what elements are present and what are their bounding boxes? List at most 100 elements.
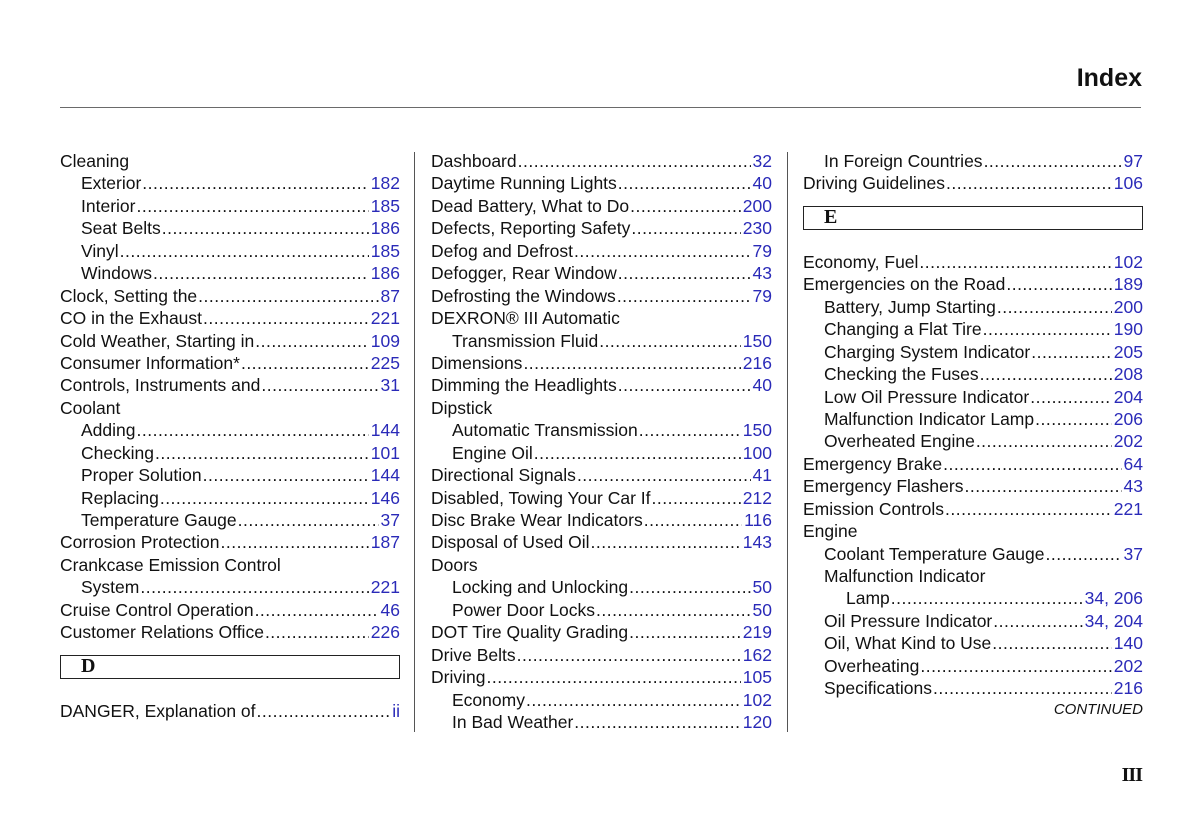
- index-entry[interactable]: Dimensions 216: [431, 352, 772, 374]
- page-reference-link[interactable]: 185: [371, 195, 400, 217]
- index-entry[interactable]: Disabled, Towing Your Car If 212: [431, 487, 772, 509]
- index-entry[interactable]: Specifications 216: [803, 677, 1143, 699]
- page-reference-link[interactable]: 150: [743, 419, 772, 441]
- index-entry[interactable]: Defog and Defrost 79: [431, 240, 772, 262]
- page-reference-link[interactable]: 46: [381, 599, 400, 621]
- page-reference-link[interactable]: 221: [371, 307, 400, 329]
- page-reference-link[interactable]: 106: [1114, 172, 1143, 194]
- index-entry[interactable]: Corrosion Protection 187: [60, 531, 400, 553]
- index-entry[interactable]: Automatic Transmission 150: [431, 419, 772, 441]
- index-entry[interactable]: Cruise Control Operation 46: [60, 599, 400, 621]
- page-reference-link[interactable]: 109: [371, 330, 400, 352]
- index-entry[interactable]: Temperature Gauge 37: [60, 509, 400, 531]
- page-reference-link[interactable]: 140: [1114, 632, 1143, 654]
- index-entry[interactable]: Checking the Fuses 208: [803, 363, 1143, 385]
- index-entry[interactable]: Clock, Setting the 87: [60, 285, 400, 307]
- index-entry[interactable]: Defects, Reporting Safety 230: [431, 217, 772, 239]
- page-reference-link[interactable]: 202: [1114, 430, 1143, 452]
- page-reference-link[interactable]: 41: [753, 464, 772, 486]
- index-entry[interactable]: Transmission Fluid 150: [431, 330, 772, 352]
- index-entry[interactable]: Drive Belts 162: [431, 644, 772, 666]
- page-reference-link[interactable]: 50: [753, 576, 772, 598]
- page-reference-link[interactable]: 144: [371, 419, 400, 441]
- page-reference-link[interactable]: 221: [371, 576, 400, 598]
- index-entry[interactable]: Changing a Flat Tire 190: [803, 318, 1143, 340]
- index-entry[interactable]: Customer Relations Office 226: [60, 621, 400, 643]
- page-reference-link[interactable]: 43: [753, 262, 772, 284]
- page-reference-link[interactable]: 37: [381, 509, 400, 531]
- index-entry[interactable]: Consumer Information* 225: [60, 352, 400, 374]
- page-reference-link[interactable]: 146: [371, 487, 400, 509]
- index-entry[interactable]: DOT Tire Quality Grading 219: [431, 621, 772, 643]
- page-reference-link[interactable]: 64: [1124, 453, 1143, 475]
- page-reference-link[interactable]: 40: [753, 374, 772, 396]
- page-reference-link[interactable]: 102: [743, 689, 772, 711]
- page-reference-link[interactable]: 105: [743, 666, 772, 688]
- page-reference-link[interactable]: 34, 204: [1085, 610, 1143, 632]
- page-reference-link[interactable]: 185: [371, 240, 400, 262]
- index-entry[interactable]: Charging System Indicator 205: [803, 341, 1143, 363]
- page-reference-link[interactable]: 187: [371, 531, 400, 553]
- page-reference-link[interactable]: 50: [753, 599, 772, 621]
- index-entry[interactable]: Driving Guidelines 106: [803, 172, 1143, 194]
- index-entry[interactable]: Overheating 202: [803, 655, 1143, 677]
- page-reference-link[interactable]: 216: [1114, 677, 1143, 699]
- index-entry[interactable]: Dimming the Headlights 40: [431, 374, 772, 396]
- page-reference-link[interactable]: 101: [371, 442, 400, 464]
- index-entry[interactable]: In Foreign Countries 97: [803, 150, 1143, 172]
- index-entry[interactable]: Exterior 182: [60, 172, 400, 194]
- index-entry[interactable]: Replacing 146: [60, 487, 400, 509]
- page-reference-link[interactable]: 225: [371, 352, 400, 374]
- page-reference-link[interactable]: 219: [743, 621, 772, 643]
- index-entry[interactable]: Daytime Running Lights 40: [431, 172, 772, 194]
- index-entry[interactable]: Cold Weather, Starting in 109: [60, 330, 400, 352]
- page-reference-link[interactable]: 102: [1114, 251, 1143, 273]
- page-reference-link[interactable]: 43: [1124, 475, 1143, 497]
- page-reference-link[interactable]: 212: [743, 487, 772, 509]
- page-reference-link[interactable]: 87: [381, 285, 400, 307]
- index-entry[interactable]: CO in the Exhaust 221: [60, 307, 400, 329]
- page-reference-link[interactable]: 186: [371, 262, 400, 284]
- page-reference-link[interactable]: 230: [743, 217, 772, 239]
- page-reference-link[interactable]: 186: [371, 217, 400, 239]
- index-entry[interactable]: Oil Pressure Indicator 34, 204: [803, 610, 1143, 632]
- index-entry[interactable]: Malfunction Indicator Lamp 206: [803, 408, 1143, 430]
- index-entry[interactable]: Disc Brake Wear Indicators 116: [431, 509, 772, 531]
- index-entry[interactable]: Economy 102: [431, 689, 772, 711]
- page-reference-link[interactable]: 200: [1114, 296, 1143, 318]
- page-reference-link[interactable]: 206: [1114, 408, 1143, 430]
- page-reference-link[interactable]: 79: [753, 240, 772, 262]
- page-reference-link[interactable]: 162: [743, 644, 772, 666]
- page-reference-link[interactable]: 34, 206: [1085, 587, 1143, 609]
- page-reference-link[interactable]: 100: [743, 442, 772, 464]
- page-reference-link[interactable]: 204: [1114, 386, 1143, 408]
- index-entry[interactable]: Locking and Unlocking 50: [431, 576, 772, 598]
- page-reference-link[interactable]: 144: [371, 464, 400, 486]
- index-entry[interactable]: Defrosting the Windows 79: [431, 285, 772, 307]
- index-entry[interactable]: Lamp 34, 206: [803, 587, 1143, 609]
- page-reference-link[interactable]: 205: [1114, 341, 1143, 363]
- index-entry[interactable]: Emergency Brake 64: [803, 453, 1143, 475]
- index-entry[interactable]: Interior 185: [60, 195, 400, 217]
- page-reference-link[interactable]: 37: [1124, 543, 1143, 565]
- index-entry[interactable]: Windows 186: [60, 262, 400, 284]
- index-entry[interactable]: Checking 101: [60, 442, 400, 464]
- index-entry[interactable]: Engine Oil 100: [431, 442, 772, 464]
- page-reference-link[interactable]: 150: [743, 330, 772, 352]
- page-reference-link[interactable]: 143: [743, 531, 772, 553]
- page-reference-link[interactable]: ii: [392, 700, 400, 722]
- page-reference-link[interactable]: 189: [1114, 273, 1143, 295]
- index-entry[interactable]: Battery, Jump Starting 200: [803, 296, 1143, 318]
- index-entry[interactable]: Driving 105: [431, 666, 772, 688]
- index-entry[interactable]: Seat Belts 186: [60, 217, 400, 239]
- page-reference-link[interactable]: 116: [744, 509, 772, 531]
- index-entry[interactable]: Low Oil Pressure Indicator 204: [803, 386, 1143, 408]
- index-entry[interactable]: Emergency Flashers 43: [803, 475, 1143, 497]
- index-entry[interactable]: Directional Signals 41: [431, 464, 772, 486]
- page-reference-link[interactable]: 190: [1114, 318, 1143, 340]
- index-entry[interactable]: Proper Solution 144: [60, 464, 400, 486]
- page-reference-link[interactable]: 182: [371, 172, 400, 194]
- index-entry[interactable]: Disposal of Used Oil 143: [431, 531, 772, 553]
- index-entry[interactable]: Overheated Engine 202: [803, 430, 1143, 452]
- page-reference-link[interactable]: 40: [753, 172, 772, 194]
